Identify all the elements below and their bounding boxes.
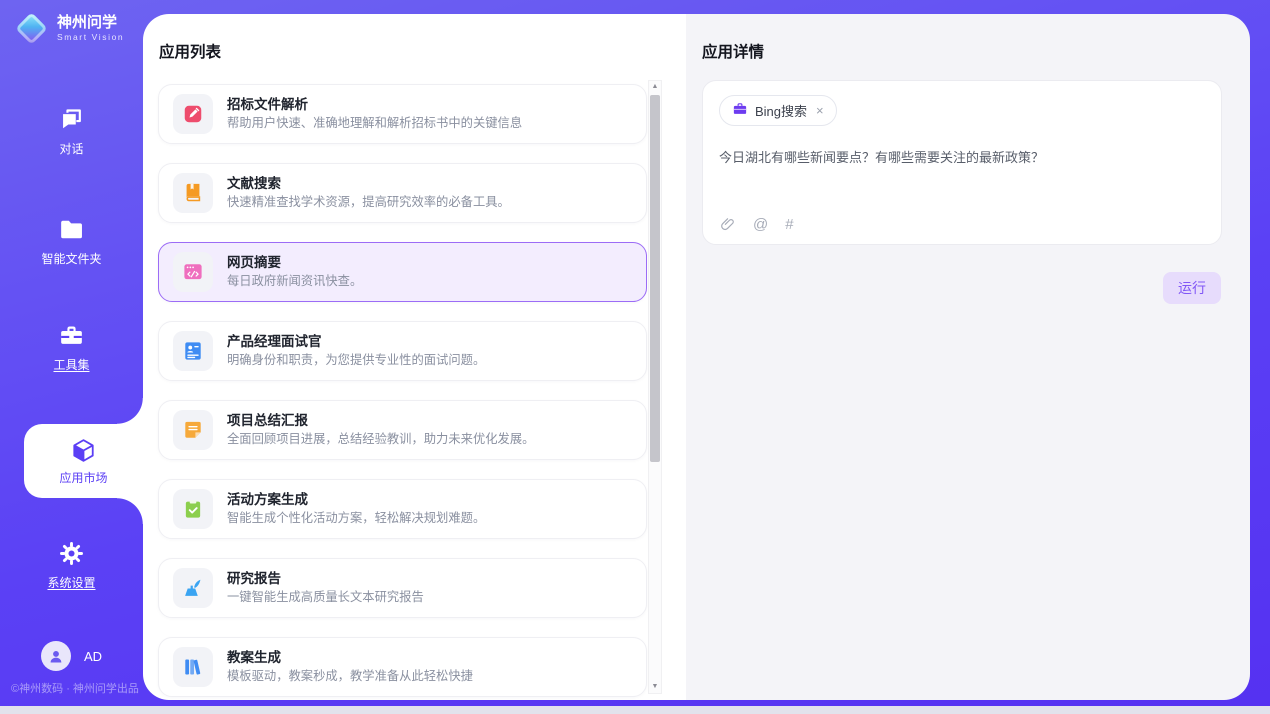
tool-chip-label: Bing搜索 [755, 101, 807, 120]
user-row[interactable]: AD [0, 641, 143, 671]
sidebar: 神州问学 Smart Vision 对话智能文件夹工具集应用市场系统设置 AD … [0, 0, 143, 706]
app-detail-panel: 应用详情 Bing搜索 × 今日湖北有哪些新闻要点？有哪些需要关注的最新政策？ … [686, 14, 1250, 700]
sidebar-item-settings[interactable]: 系统设置 [0, 540, 143, 591]
prompt-toolbar: @# [719, 216, 794, 233]
resume-icon [173, 331, 213, 371]
clipboard-check-icon [173, 489, 213, 529]
avatar[interactable] [41, 641, 71, 671]
app-logo: 神州问学 Smart Vision [14, 11, 124, 45]
sidebar-item-label: 对话 [59, 140, 83, 157]
app-window: 神州问学 Smart Vision 对话智能文件夹工具集应用市场系统设置 AD … [0, 0, 1270, 714]
app-card-info: 活动方案生成智能生成个性化活动方案，轻松解决规划难题。 [227, 490, 485, 528]
app-card-info: 产品经理面试官明确身份和职责，为您提供专业性的面试问题。 [227, 332, 485, 370]
app-card-literature-search[interactable]: 文献搜索快速精准查找学术资源，提高研究效率的必备工具。 [158, 163, 647, 223]
logo-title: 神州问学 [57, 14, 124, 32]
app-card-project-summary-report[interactable]: 项目总结汇报全面回顾项目进展，总结经验教训，助力未来优化发展。 [158, 400, 647, 460]
scrollbar-up-icon[interactable]: ▲ [649, 81, 661, 93]
app-card-description: 明确身份和职责，为您提供专业性的面试问题。 [227, 352, 485, 370]
app-card-list: 招标文件解析帮助用户快速、准确地理解和解析招标书中的关键信息文献搜索快速精准查找… [158, 84, 647, 700]
attachment-icon[interactable] [719, 216, 736, 233]
app-card-info: 网页摘要每日政府新闻资讯快查。 [227, 253, 362, 291]
chat-icon [58, 106, 85, 133]
app-card-description: 帮助用户快速、准确地理解和解析招标书中的关键信息 [227, 115, 522, 133]
app-card-description: 智能生成个性化活动方案，轻松解决规划难题。 [227, 510, 485, 528]
book-icon [173, 173, 213, 213]
app-card-info: 文献搜索快速精准查找学术资源，提高研究效率的必备工具。 [227, 174, 510, 212]
tool-chip-bing-search[interactable]: Bing搜索 × [719, 95, 837, 126]
run-button[interactable]: 运行 [1163, 272, 1221, 304]
app-card-title: 文献搜索 [227, 174, 510, 194]
sidebar-item-label: 系统设置 [47, 574, 95, 591]
app-card-description: 模板驱动，教案秒成，教学准备从此轻松快捷 [227, 668, 473, 686]
app-card-event-plan-generator[interactable]: 活动方案生成智能生成个性化活动方案，轻松解决规划难题。 [158, 479, 647, 539]
app-card-title: 教案生成 [227, 648, 473, 668]
sidebar-item-smart-folders[interactable]: 智能文件夹 [0, 216, 143, 267]
app-list-title: 应用列表 [159, 40, 221, 62]
app-list-panel: 应用列表 招标文件解析帮助用户快速、准确地理解和解析招标书中的关键信息文献搜索快… [143, 14, 686, 700]
app-card-lesson-plan-generator[interactable]: 教案生成模板驱动，教案秒成，教学准备从此轻松快捷 [158, 637, 647, 697]
hashtag-icon[interactable]: # [785, 216, 793, 233]
app-card-pm-interviewer[interactable]: 产品经理面试官明确身份和职责，为您提供专业性的面试问题。 [158, 321, 647, 381]
app-card-description: 全面回顾项目进展，总结经验教训，助力未来优化发展。 [227, 431, 534, 449]
app-card-info: 研究报告一键智能生成高质量长文本研究报告 [227, 569, 424, 607]
user-name: AD [84, 649, 102, 664]
logo-diamond-icon [14, 11, 48, 45]
bottom-edge [0, 706, 1270, 714]
mention-icon[interactable]: @ [753, 216, 768, 233]
app-card-bid-document-analysis[interactable]: 招标文件解析帮助用户快速、准确地理解和解析招标书中的关键信息 [158, 84, 647, 144]
browser-code-icon [173, 252, 213, 292]
app-card-info: 教案生成模板驱动，教案秒成，教学准备从此轻松快捷 [227, 648, 473, 686]
app-card-description: 一键智能生成高质量长文本研究报告 [227, 589, 424, 607]
edit-doc-icon [173, 94, 213, 134]
toolbox-icon [58, 322, 85, 349]
cube-icon [70, 437, 97, 464]
chip-close-icon[interactable]: × [816, 103, 824, 118]
app-card-title: 网页摘要 [227, 253, 362, 273]
app-card-title: 项目总结汇报 [227, 411, 534, 431]
logo-subtitle: Smart Vision [57, 32, 124, 42]
sidebar-item-toolset[interactable]: 工具集 [0, 322, 143, 373]
research-icon [173, 568, 213, 608]
gear-icon [58, 540, 85, 567]
app-detail-title: 应用详情 [702, 40, 764, 62]
app-card-title: 活动方案生成 [227, 490, 485, 510]
app-card-description: 每日政府新闻资讯快查。 [227, 273, 362, 291]
app-list-scrollbar[interactable]: ▲ ▼ [648, 80, 662, 694]
app-card-title: 招标文件解析 [227, 95, 522, 115]
app-card-title: 研究报告 [227, 569, 424, 589]
sidebar-item-label: 工具集 [53, 356, 89, 373]
app-card-info: 项目总结汇报全面回顾项目进展，总结经验教训，助力未来优化发展。 [227, 411, 534, 449]
app-card-description: 快速精准查找学术资源，提高研究效率的必备工具。 [227, 194, 510, 212]
prompt-card: Bing搜索 × 今日湖北有哪些新闻要点？有哪些需要关注的最新政策？ @# [702, 80, 1222, 245]
folder-icon [58, 216, 85, 243]
app-card-info: 招标文件解析帮助用户快速、准确地理解和解析招标书中的关键信息 [227, 95, 522, 133]
scrollbar-down-icon[interactable]: ▼ [649, 681, 661, 693]
app-card-web-summary[interactable]: 网页摘要每日政府新闻资讯快查。 [158, 242, 647, 302]
scrollbar-thumb[interactable] [650, 95, 660, 462]
note-icon [173, 410, 213, 450]
sidebar-item-label: 智能文件夹 [41, 250, 101, 267]
app-card-research-report[interactable]: 研究报告一键智能生成高质量长文本研究报告 [158, 558, 647, 618]
app-card-title: 产品经理面试官 [227, 332, 485, 352]
sidebar-item-label: 应用市场 [59, 469, 107, 486]
copyright-footer: ©神州数码 · 神州问学出品 [0, 680, 150, 696]
prompt-input[interactable]: 今日湖北有哪些新闻要点？有哪些需要关注的最新政策？ [719, 147, 1205, 166]
books-icon [173, 647, 213, 687]
briefcase-icon [732, 101, 748, 120]
sidebar-item-app-market[interactable]: 应用市场 [24, 424, 143, 498]
sidebar-item-chat[interactable]: 对话 [0, 106, 143, 157]
